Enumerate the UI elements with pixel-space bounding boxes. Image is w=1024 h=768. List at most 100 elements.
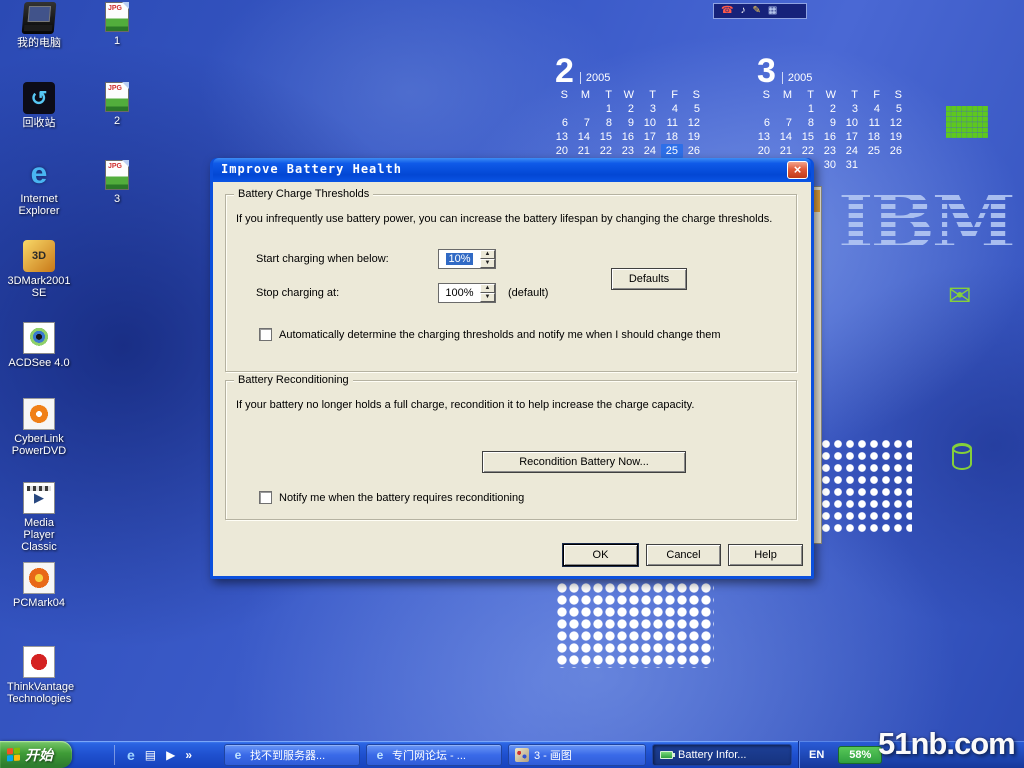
spinner-up-button[interactable]: ▲ [480,250,495,259]
calendar-day: 19 [885,130,907,144]
taskbar-task-forum[interactable]: e 专门网论坛 - ... [366,744,502,766]
calendar-day: 12 [683,116,705,130]
dot-grid-decoration [556,582,714,668]
calendar-day: 9 [617,116,639,130]
ok-button[interactable]: OK [563,544,638,566]
desktop-icon-pcmark04[interactable]: PCMark04 [7,562,71,609]
calendar-day-header: M [775,88,797,102]
recondition-battery-button[interactable]: Recondition Battery Now... [482,451,686,473]
start-button[interactable]: 开始 [0,741,72,768]
dialog-titlebar[interactable]: Improve Battery Health × [213,158,811,182]
desktop-icon-label: ThinkVantage Technologies [7,681,71,705]
desktop-icon-label: Media Player Classic [7,517,71,553]
calendar-day: 25 [863,144,885,158]
calendar-day [551,102,573,116]
desktop-icon-acdsee[interactable]: ACDSee 4.0 [7,322,71,369]
calendar-day: 14 [775,130,797,144]
language-indicator[interactable]: EN [809,749,824,761]
music-note-icon[interactable]: ♪ [740,6,745,16]
stop-threshold-spinner[interactable]: 100% ▲ ▼ [438,283,496,303]
desktop-file-3[interactable]: JPG 3 [85,160,149,205]
spinner-up-icon: ▲ [485,285,491,291]
calendar-month-header: 3 2005 [757,50,907,86]
start-threshold-spinner[interactable]: 10% ▲ ▼ [438,249,496,269]
calendar-day-header: S [885,88,907,102]
desktop-icon-thinkvantage[interactable]: ThinkVantage Technologies [7,646,71,705]
stop-threshold-value[interactable]: 100% [445,287,473,299]
help-button[interactable]: Help [728,544,803,566]
desktop-file-2[interactable]: JPG 2 [85,82,149,127]
battery-level-indicator[interactable]: 58% [838,746,882,764]
calendar-month-number: 2 [555,56,574,86]
jpg-badge: JPG [108,163,122,170]
battery-reconditioning-group: Battery Reconditioning If your battery n… [225,380,797,520]
desktop-icon-label: PCMark04 [7,597,71,609]
calendar-day: 15 [797,130,819,144]
calendar-day: 22 [797,144,819,158]
spinner-down-button[interactable]: ▼ [480,259,495,268]
recondition-button-label: Recondition Battery Now... [519,456,649,468]
desktop-icon-media-player-classic[interactable]: ▶ Media Player Classic [7,482,71,553]
quick-launch-page-icon[interactable]: ▤ [145,748,156,762]
defaults-button[interactable]: Defaults [611,268,687,290]
auto-determine-checkbox[interactable] [259,328,272,341]
dialog-title: Improve Battery Health [221,162,402,176]
phone-icon[interactable]: ☎ [721,6,733,16]
calendar-day-header: W [819,88,841,102]
desktop-icon-recycle-bin[interactable]: ↺ 回收站 [7,82,71,129]
calendar-day: 16 [617,130,639,144]
taskbar-task-ie-error[interactable]: e 找不到服务器... [224,744,360,766]
quick-launch-ie-icon[interactable]: e [127,748,135,762]
notify-reconditioning-checkbox[interactable] [259,491,272,504]
pencil-icon[interactable]: ✎ [752,6,760,16]
cancel-button[interactable]: Cancel [646,544,721,566]
grid-icon[interactable]: ▦ [768,6,777,16]
desktop-icon-label: Internet Explorer [7,193,71,217]
calendar-day: 24 [639,144,661,158]
calendar-day-headers: SMTWTFS [551,88,705,102]
calendar-day: 6 [753,116,775,130]
calendar-day: 16 [819,130,841,144]
acdsee-icon [23,322,55,354]
calendar-day-header: F [661,88,683,102]
stop-charging-label: Stop charging at: [256,287,339,299]
group-title: Battery Charge Thresholds [234,188,373,200]
desktop-icon-label: CyberLink PowerDVD [7,433,71,457]
close-button[interactable]: × [787,161,808,179]
spinner-down-button[interactable]: ▼ [480,293,495,302]
auto-determine-checkbox-row[interactable]: Automatically determine the charging thr… [259,328,720,341]
desktop-icon-powerdvd[interactable]: CyberLink PowerDVD [7,398,71,457]
desktop-icon-internet-explorer[interactable]: e Internet Explorer [7,158,71,217]
calendar-day: 4 [863,102,885,116]
taskbar: 开始 e ▤ ▶ » e 找不到服务器... e 专门网论坛 - ... 3 -… [0,741,1024,768]
divider [114,745,115,765]
spinner-up-button[interactable]: ▲ [480,284,495,293]
calendar-day: 21 [775,144,797,158]
battery-icon [660,751,673,759]
calendar-day-header: S [551,88,573,102]
calendar-day: 9 [819,116,841,130]
calendar-day [753,102,775,116]
task-label: 专门网论坛 - ... [392,747,466,763]
calendar-month-header: 2 2005 [555,50,705,86]
spinner-up-icon: ▲ [485,251,491,257]
calendar-day: 25 [661,144,683,158]
internet-explorer-icon: e [231,748,245,762]
taskbar-task-paint[interactable]: 3 - 画图 [508,744,646,766]
notify-reconditioning-checkbox-row[interactable]: Notify me when the battery requires reco… [259,491,524,504]
desktop-mini-toolbar[interactable]: ☎ ♪ ✎ ▦ [713,3,807,19]
quick-launch-overflow-chevron[interactable]: » [185,748,192,762]
spinner-down-icon: ▼ [485,260,491,266]
ok-button-label: OK [593,549,609,561]
desktop-icon-label: 3 [85,193,149,205]
calendar-day: 13 [753,130,775,144]
calendar-day: 4 [661,102,683,116]
desktop-file-1[interactable]: JPG 1 [85,2,149,47]
quick-launch-player-icon[interactable]: ▶ [166,748,175,762]
desktop-icon-my-computer[interactable]: 我的电脑 [7,2,71,49]
desktop-icon-3dmark2001[interactable]: 3D 3DMark2001 SE [7,240,71,299]
calendar-day: 30 [819,158,841,172]
calendar-march: 3 2005 SMTWTFS 1234567891011121314151617… [753,50,907,172]
taskbar-task-battery-information[interactable]: Battery Infor... [652,744,792,766]
start-threshold-value[interactable]: 10% [446,253,472,265]
